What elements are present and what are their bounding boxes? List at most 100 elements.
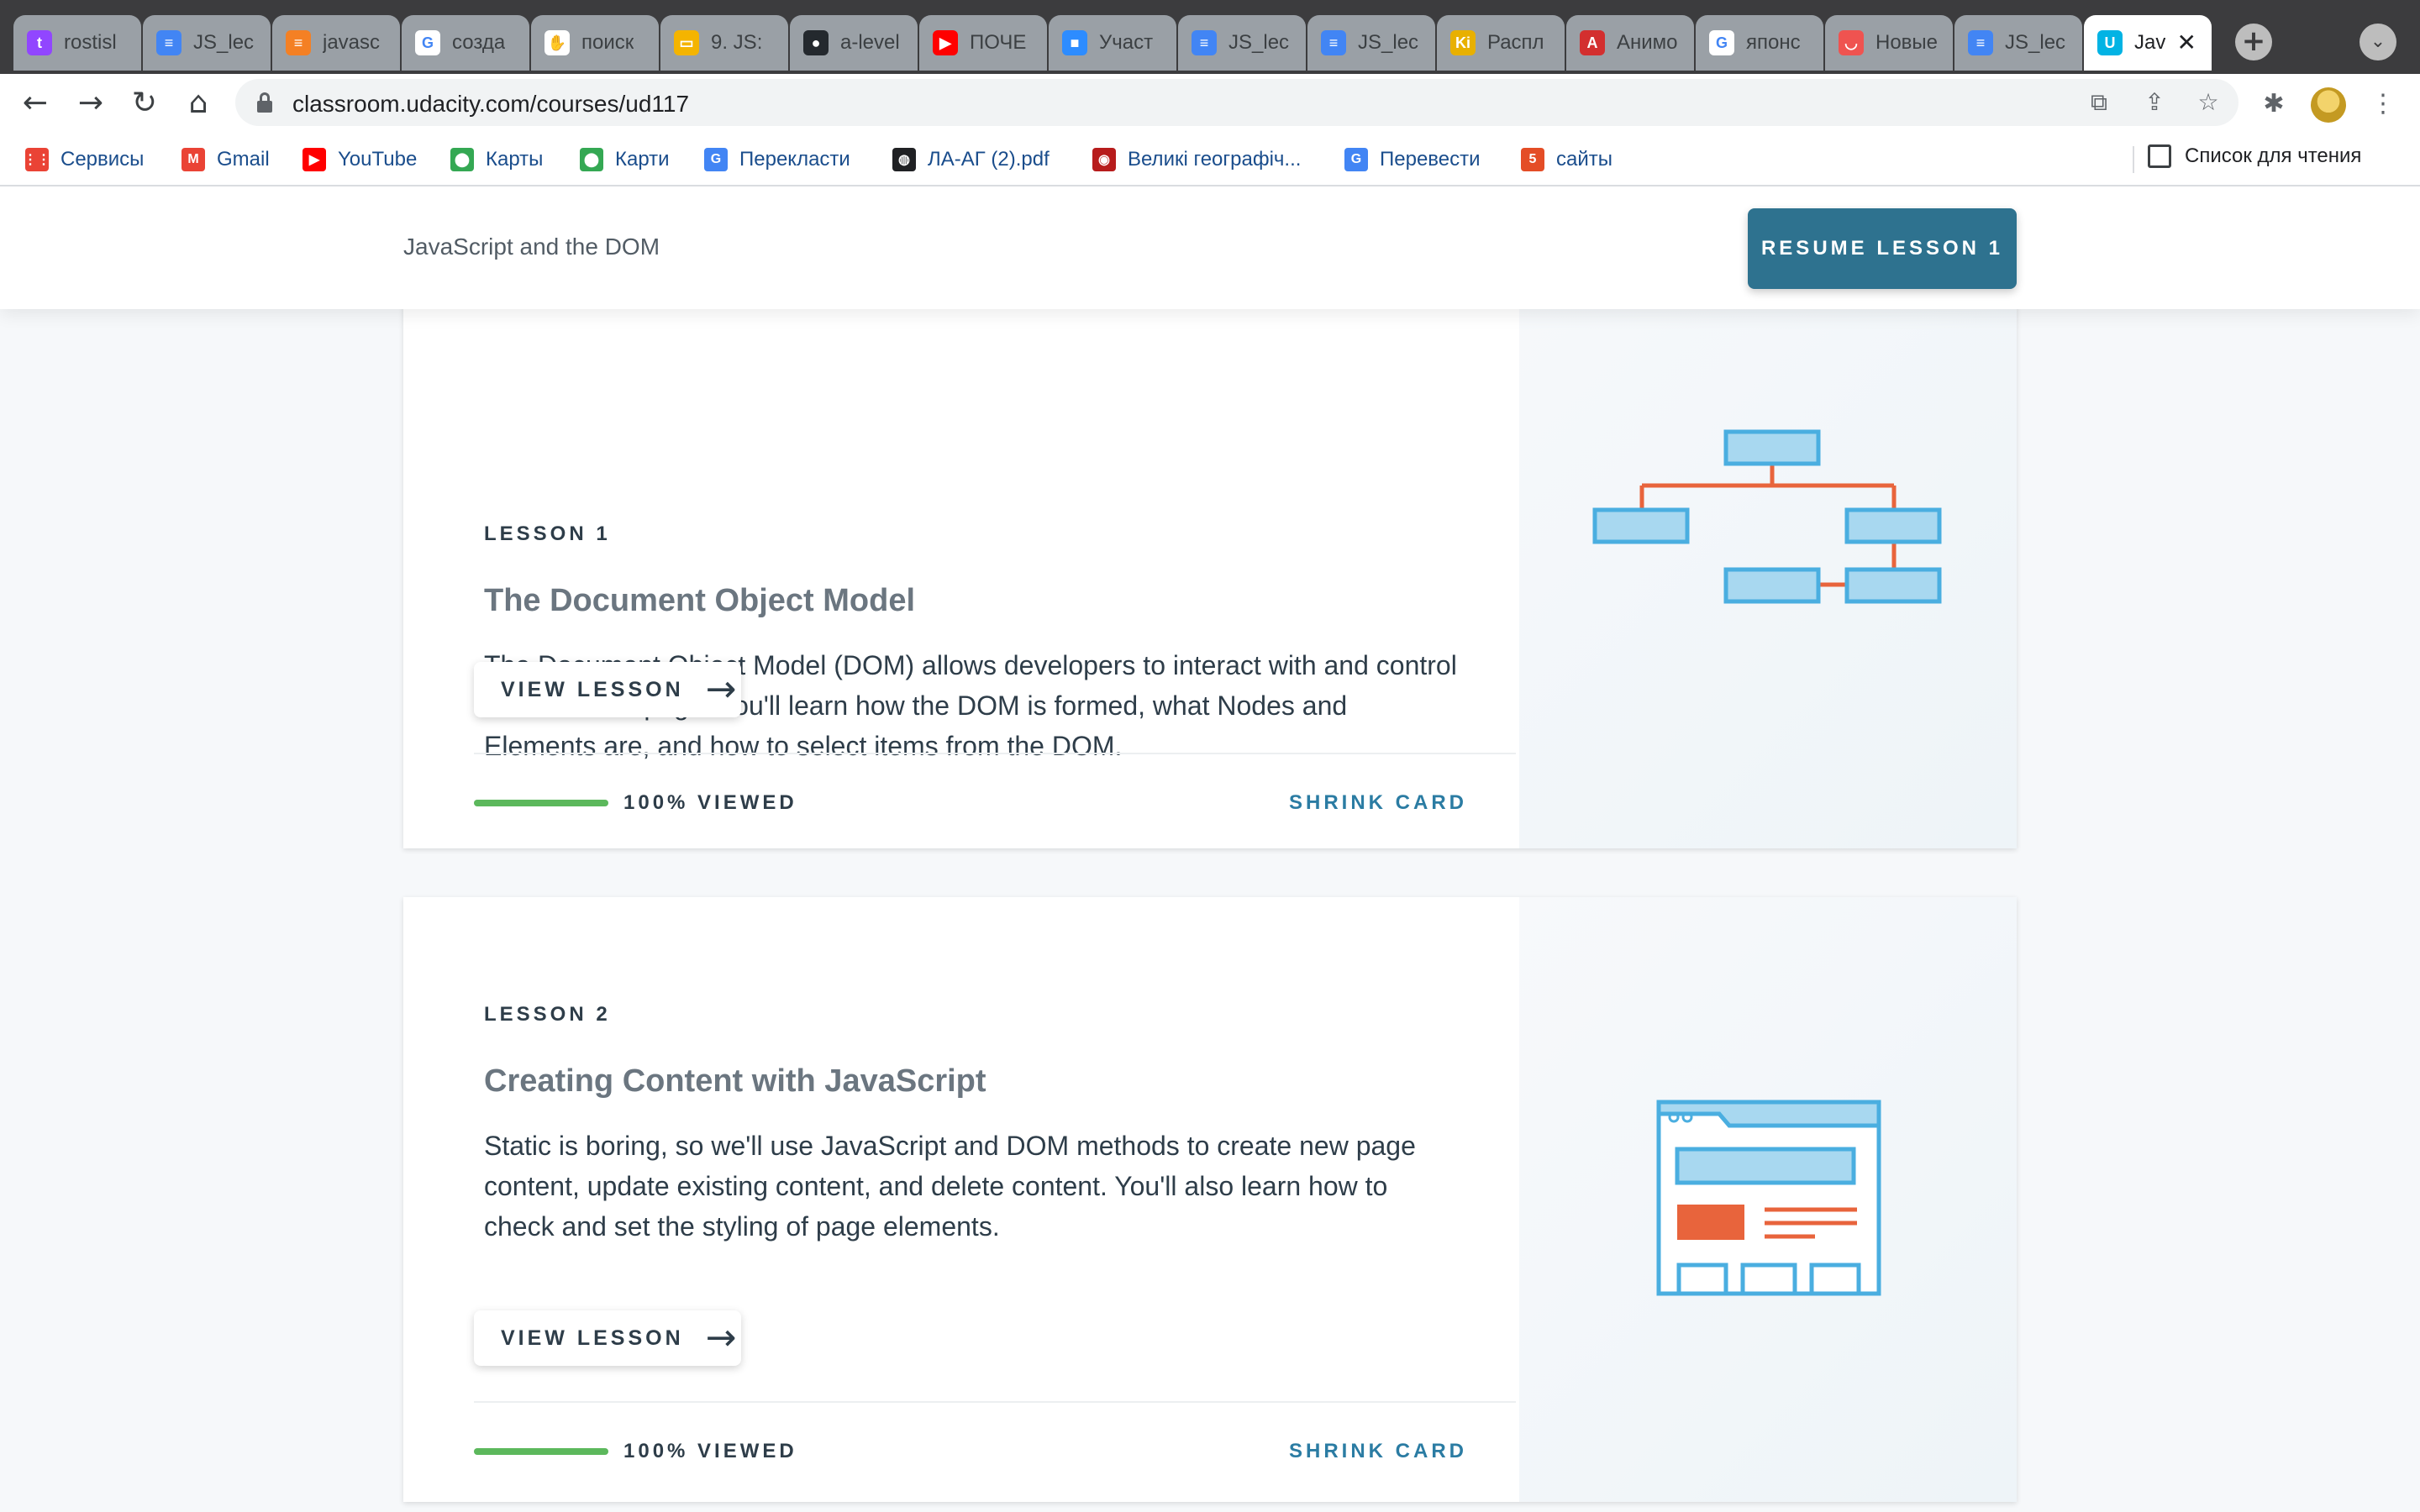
new-tab-button[interactable]: + [2235, 24, 2272, 60]
lesson-number: LESSON 2 [484, 1003, 611, 1026]
back-arrow-icon[interactable]: ← [17, 86, 54, 123]
stackoverflow-icon: ≡ [286, 30, 311, 55]
tab-title: JS_lec [193, 31, 255, 54]
tab-search-chevron-icon[interactable]: ⌄ [2360, 24, 2396, 60]
browser-tab[interactable]: ✋ поиск [531, 15, 659, 71]
browser-toolbar: ← → ↻ ⌂ classroom.udacity.com/courses/ud… [0, 74, 2420, 133]
lesson-title: Creating Content with JavaScript [484, 1063, 986, 1099]
tab-title: 9. JS: [711, 31, 763, 54]
browser-tab[interactable]: Ki Распл [1437, 15, 1565, 71]
bookmarks-bar: ⋮⋮ Сервисы M Gmail ▶ YouTube ⬤ Карты ⬤ Карти G Пере… [0, 133, 2420, 186]
docs-icon: ≡ [1968, 30, 1993, 55]
bookmark-item[interactable]: M Gmail [182, 144, 270, 175]
lesson-description: Static is boring, so we'll use JavaScrip… [484, 1131, 1416, 1242]
browser-tab[interactable]: ● a-level [790, 15, 918, 71]
lock-icon[interactable] [257, 92, 272, 113]
browser-tab[interactable]: U Jav ✕ [2084, 15, 2212, 71]
tab-title: javasc [323, 31, 381, 54]
lesson-card-2: LESSON 2 Creating Content with JavaScrip… [403, 897, 2017, 1502]
udacity-icon: U [2097, 30, 2123, 55]
bookmark-item[interactable]: G Перекласти [704, 144, 850, 175]
maps-pin-icon: ⬤ [450, 148, 474, 171]
translate-icon: G [704, 148, 728, 171]
bookmark-item[interactable]: ◉ Великі географіч... [1092, 144, 1301, 175]
tab-title: JS_lec [1228, 31, 1290, 54]
bookmark-label: Великі географіч... [1128, 148, 1302, 171]
globe-icon: ◍ [892, 148, 916, 171]
browser-tab-strip: t rostisl ≡ JS_lec ≡ javasc Gсозда ✋ поиск ▭ 9. JS… [0, 0, 2420, 74]
bookmark-item[interactable]: ⋮⋮ Сервисы [24, 144, 145, 175]
maps-pin-icon: ⬤ [580, 148, 603, 171]
twitch-icon: t [27, 30, 52, 55]
lesson-title: The Document Object Model [484, 583, 916, 618]
resume-lesson-button[interactable]: RESUME LESSON 1 [1748, 208, 2017, 289]
tab-title: rostisl [64, 31, 117, 54]
reload-icon[interactable]: ↻ [126, 86, 163, 123]
progress-label: 100% VIEWED [623, 1440, 797, 1462]
youtube-icon: ▶ [302, 148, 326, 171]
tab-title: JS_lec [2005, 31, 2066, 54]
share-icon[interactable]: ⇪ [2139, 87, 2170, 118]
browser-tab[interactable]: t rostisl [13, 15, 141, 71]
bookmark-item[interactable]: ▶ YouTube [302, 144, 417, 175]
bookmark-label: Сервисы [60, 148, 145, 171]
browser-tab[interactable]: ▭ 9. JS: [660, 15, 788, 71]
translate-icon: G [1344, 148, 1368, 171]
browser-tab[interactable]: ■ Участ [1049, 15, 1176, 71]
bookmark-item[interactable]: 5 сайты [1521, 144, 1612, 175]
tab-title: Распл [1487, 31, 1544, 54]
card-divider [474, 1401, 1516, 1403]
tab-title: японс [1746, 31, 1801, 54]
browser-tab[interactable]: Gсозда [402, 15, 529, 71]
bookmark-label: ЛА-АГ (2).pdf [928, 148, 1050, 171]
forward-arrow-icon[interactable]: → [72, 86, 109, 123]
home-icon[interactable]: ⌂ [180, 86, 217, 123]
extensions-puzzle-icon[interactable]: ✱ [2255, 86, 2292, 123]
slides-icon: ▭ [674, 30, 699, 55]
reading-list-button[interactable]: Список для чтения [2133, 144, 2361, 173]
browser-tab[interactable]: ▶ ПОЧЕ [919, 15, 1047, 71]
tab-title: созда [452, 31, 506, 54]
tab-title: a-level [840, 31, 900, 54]
docs-icon: ≡ [156, 30, 182, 55]
close-tab-icon[interactable]: ✕ [2177, 29, 2196, 56]
profile-avatar[interactable] [2311, 87, 2346, 123]
gmail-icon: M [182, 148, 205, 171]
shrink-card-link[interactable]: SHRINK CARD [1289, 1440, 1467, 1463]
browser-tab[interactable]: ≡ javasc [272, 15, 400, 71]
classroom-page: JavaScript and the DOM RESUME LESSON 1 L… [0, 186, 2420, 1512]
browser-tab[interactable]: A Анимо [1566, 15, 1694, 71]
arrow-right-icon: → [705, 668, 737, 711]
browser-tab[interactable]: ≡ JS_lec [1178, 15, 1306, 71]
bookmark-item[interactable]: ⬤ Карти [580, 144, 670, 175]
bookmark-item[interactable]: G Перевести [1344, 144, 1481, 175]
browser-tab[interactable]: ◡ Новые [1825, 15, 1953, 71]
view-lesson-button[interactable]: VIEW LESSON → [474, 1310, 741, 1366]
translate-page-icon[interactable]: ⧉ [2084, 87, 2114, 118]
html5-icon: 5 [1521, 148, 1544, 171]
shrink-card-link[interactable]: SHRINK CARD [1289, 791, 1467, 815]
view-lesson-button[interactable]: VIEW LESSON → [474, 662, 741, 717]
address-bar[interactable]: classroom.udacity.com/courses/ud117 ⧉ ⇪ … [235, 79, 2238, 126]
ki-icon: Ki [1450, 30, 1476, 55]
zoom-icon: ■ [1062, 30, 1087, 55]
site-icon: ◉ [1092, 148, 1116, 171]
bookmark-item[interactable]: ◍ ЛА-АГ (2).pdf [892, 144, 1050, 175]
browser-tab[interactable]: ≡ JS_lec [1954, 15, 2082, 71]
google-icon: G [1709, 30, 1734, 55]
hand-icon: ✋ [544, 30, 570, 55]
bookmark-star-icon[interactable]: ☆ [2193, 87, 2223, 118]
bookmark-item[interactable]: ⬤ Карты [450, 144, 543, 175]
bookmarks-divider [2133, 146, 2134, 173]
browser-tab[interactable]: ≡ JS_lec [1307, 15, 1435, 71]
google-icon: G [415, 30, 440, 55]
browser-tab[interactable]: Gяпонс [1696, 15, 1823, 71]
tab-title: Jav [2134, 31, 2166, 54]
browser-tab[interactable]: ≡ JS_lec [143, 15, 271, 71]
lesson-number: LESSON 1 [484, 522, 611, 545]
bookmark-label: сайты [1556, 148, 1612, 171]
url-text[interactable]: classroom.udacity.com/courses/ud117 [292, 91, 689, 118]
view-lesson-label: VIEW LESSON [501, 677, 684, 701]
browser-menu-icon[interactable]: ⋮ [2365, 86, 2402, 123]
tab-title: Участ [1099, 31, 1154, 54]
